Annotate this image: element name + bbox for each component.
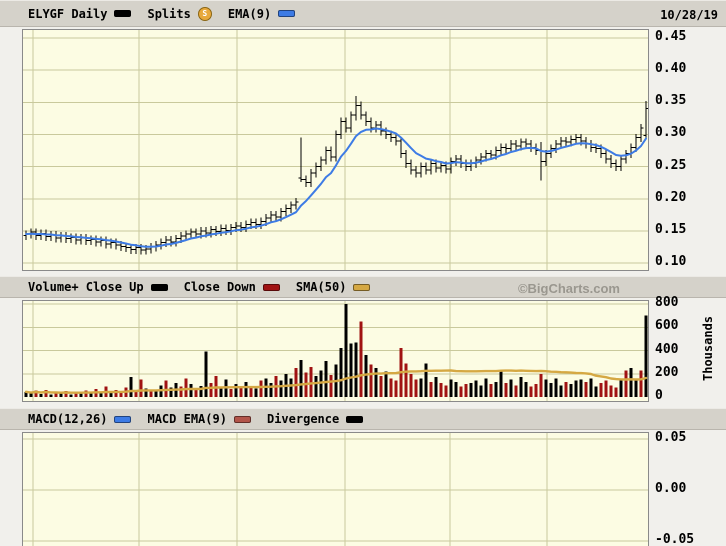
volume-legend-bar: Volume+ Close Up Close Down SMA(50) ©Big…	[0, 276, 726, 298]
volume-down-label: Close Down	[183, 280, 256, 294]
ema-marker-icon	[278, 10, 296, 17]
price-axis-label: 0.10	[655, 254, 687, 270]
price-axis-label: 0.25	[655, 157, 687, 173]
volume-axis-label: 400	[655, 341, 679, 357]
bigcharts-watermark: ©BigCharts.com	[517, 280, 620, 296]
divergence-label: Divergence	[266, 412, 340, 426]
price-chart-canvas	[23, 30, 648, 270]
price-panel	[22, 29, 649, 271]
volume-axis-label: 200	[655, 364, 679, 380]
macd-axis-label: 0.00	[655, 481, 687, 496]
volume-up-label: Volume+ Close Up	[28, 280, 144, 294]
volume-up-marker-icon	[150, 283, 168, 291]
macd-axis-label: -0.05	[655, 532, 695, 546]
chart-date: 10/28/19	[660, 7, 718, 22]
volume-sma-marker-icon	[353, 283, 371, 291]
macd-panel	[22, 432, 649, 546]
splits-label: Splits	[147, 6, 191, 21]
price-axis-label: 0.30	[655, 125, 687, 141]
macd-signal-label: MACD EMA(9)	[147, 412, 227, 426]
volume-axis-label: 600	[655, 318, 679, 334]
divergence-marker-icon	[346, 415, 364, 423]
volume-chart-canvas	[23, 301, 648, 401]
volume-down-marker-icon	[262, 283, 280, 291]
period-label: Daily	[71, 6, 108, 21]
macd-legend-bar: MACD(12,26) MACD EMA(9) Divergence	[0, 408, 726, 430]
price-axis-label: 0.20	[655, 189, 687, 205]
price-axis-label: 0.45	[655, 29, 687, 44]
price-axis-label: 0.15	[655, 221, 687, 237]
volume-axis-unit-label: Thousands	[701, 315, 715, 382]
splits-coin-icon: S	[197, 6, 212, 21]
symbol-label: ELYGF	[28, 6, 65, 21]
macd-signal-marker-icon	[233, 415, 251, 423]
volume-sma-label: SMA(50)	[295, 280, 347, 294]
volume-axis-label: 0	[655, 388, 663, 403]
main-legend-bar: ELYGF Daily Splits S EMA(9) 10/28/19	[0, 0, 726, 27]
volume-axis-label: 800	[655, 295, 679, 310]
ema-label: EMA(9)	[227, 6, 272, 21]
price-series-marker-icon	[114, 10, 132, 17]
macd-chart-canvas	[23, 433, 648, 546]
macd-marker-icon	[114, 415, 132, 423]
price-axis-label: 0.40	[655, 61, 687, 77]
macd-label: MACD(12,26)	[28, 412, 108, 426]
volume-panel	[22, 300, 649, 402]
price-axis-label: 0.35	[655, 93, 687, 109]
macd-axis-label: 0.05	[655, 430, 687, 445]
bigcharts-stock-chart: ELYGF Daily Splits S EMA(9) 10/28/19 Vol…	[0, 0, 726, 546]
